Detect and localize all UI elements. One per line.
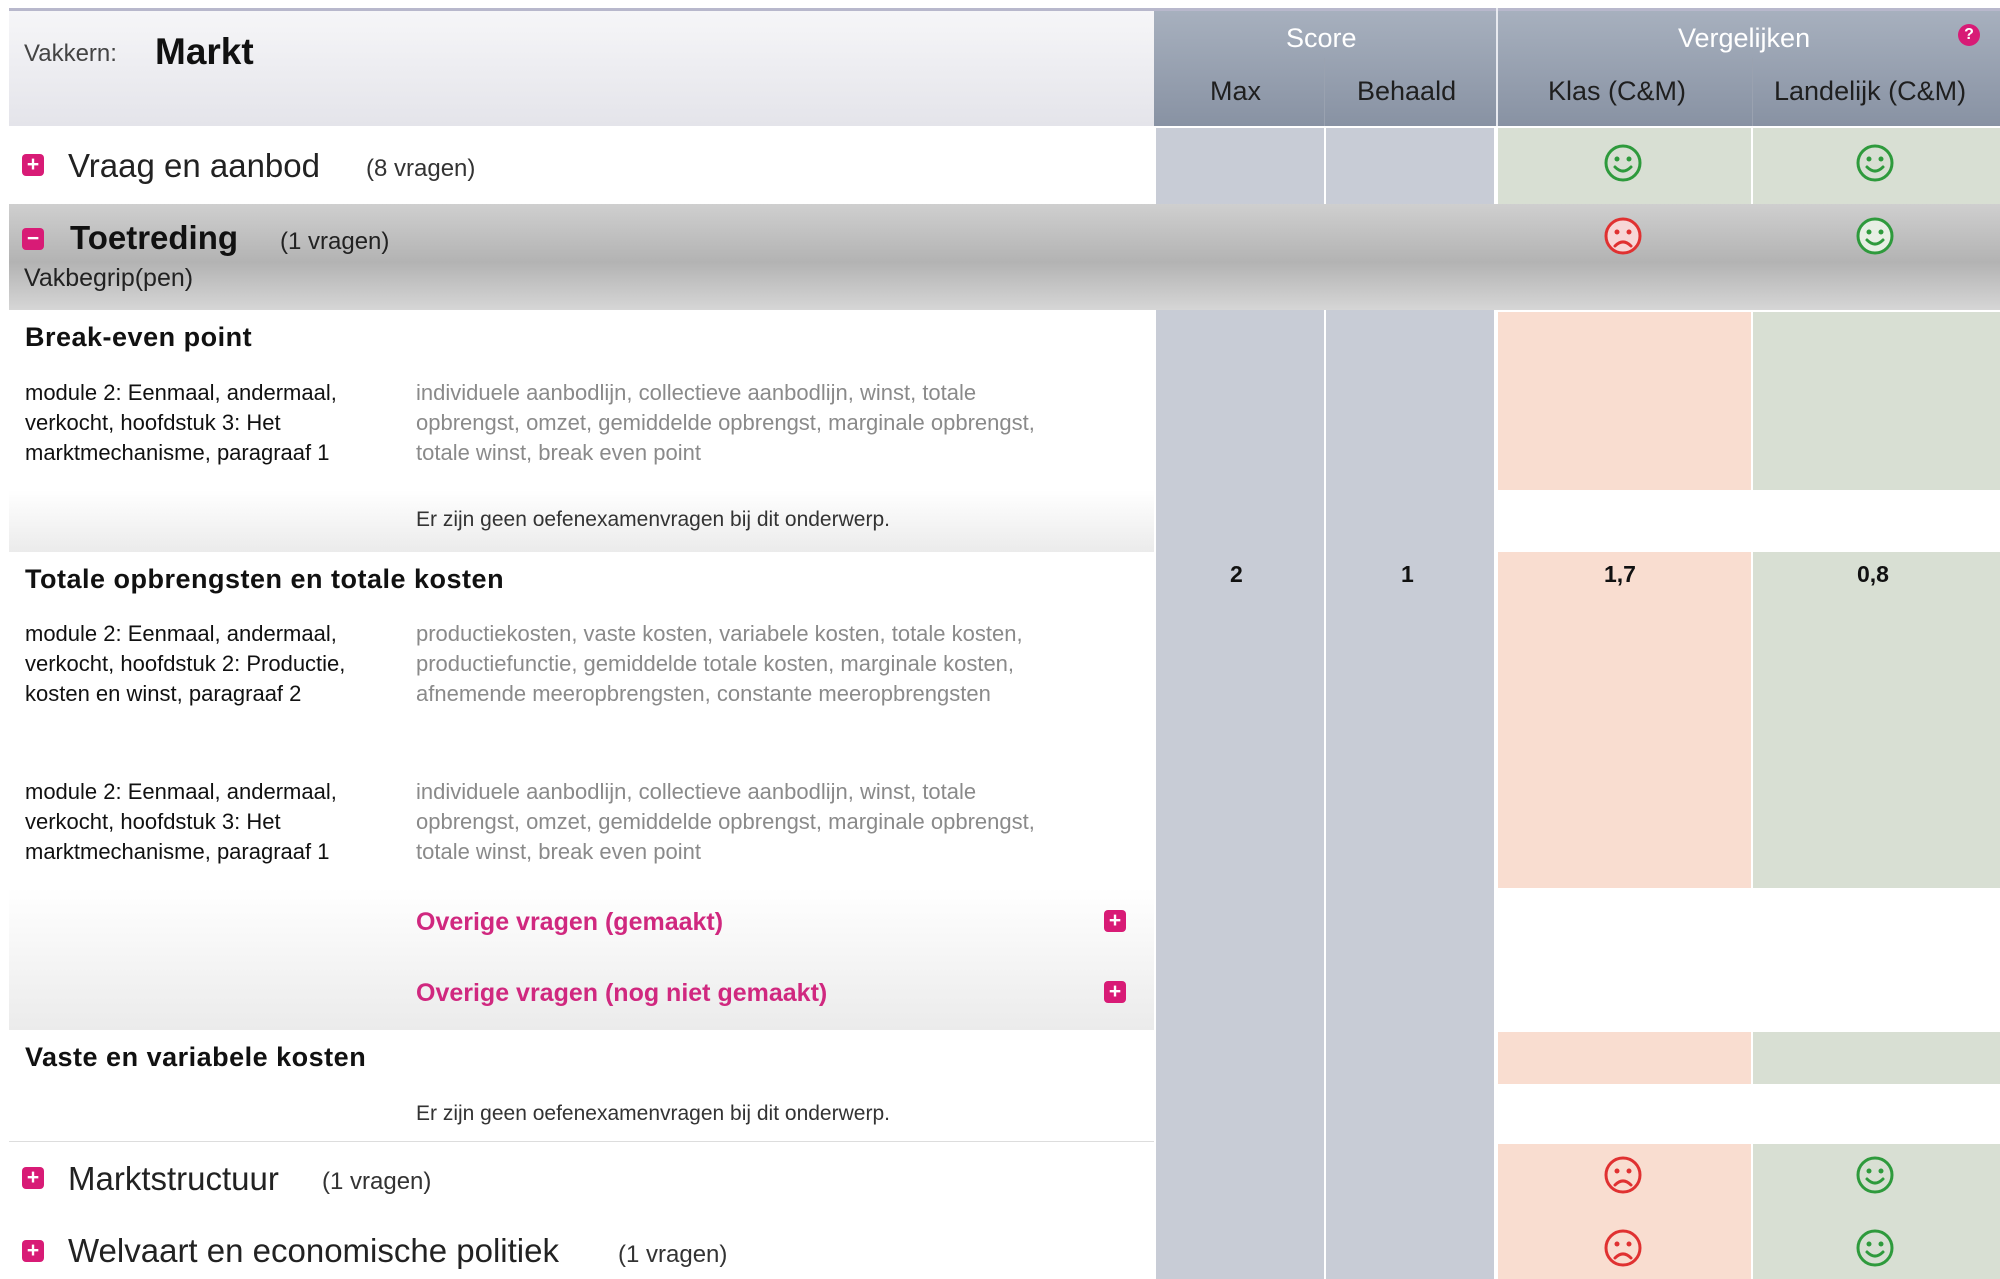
row-count: (1 vragen) (322, 1168, 432, 1195)
row-count: (1 vragen) (280, 228, 390, 255)
behaald-score: 1 (1401, 561, 1414, 587)
topic-title: Vaste en variabele kosten (25, 1042, 367, 1072)
happy-smiley-icon (1604, 144, 1642, 182)
header-divider (1496, 8, 1498, 126)
klas-cell (1498, 1032, 1751, 1084)
happy-smiley-icon (1856, 144, 1894, 182)
topic-keywords: productiekosten, vaste kosten, variabele… (416, 621, 1023, 706)
row-title[interactable]: Welvaart en economische politiek (68, 1232, 559, 1270)
header-divider-compare (1752, 58, 1753, 126)
toetreding-row[interactable] (9, 204, 2000, 310)
sad-smiley-icon (1604, 1229, 1642, 1267)
row-title[interactable]: Toetreding (70, 219, 238, 257)
expand-plus-icon[interactable]: + (1104, 910, 1126, 932)
landelijk-cell (1753, 552, 2000, 888)
row-title[interactable]: Vraag en aanbod (68, 147, 320, 185)
landelijk-score: 0,8 (1857, 561, 1889, 587)
sad-smiley-icon (1604, 1156, 1642, 1194)
sad-smiley-icon (1604, 217, 1642, 255)
collapse-minus-icon[interactable]: − (22, 228, 44, 250)
no-questions-note: Er zijn geen oefenexamenvragen bij dit o… (416, 1102, 890, 1125)
overige-niet-gemaakt-link[interactable]: Overige vragen (nog niet gemaakt) (416, 979, 827, 1008)
klas-score: 1,7 (1604, 561, 1636, 587)
no-questions-note: Er zijn geen oefenexamenvragen bij dit o… (416, 508, 890, 531)
happy-smiley-icon (1856, 1156, 1894, 1194)
header-divider-score (1324, 58, 1325, 126)
help-icon[interactable]: ? (1958, 24, 1980, 46)
divider (9, 1141, 1154, 1142)
topic-module: module 2: Eenmaal, andermaal, verkocht, … (25, 779, 337, 864)
expand-plus-icon[interactable]: + (1104, 981, 1126, 1003)
expand-plus-icon[interactable]: + (22, 1167, 44, 1189)
overige-gemaakt-link[interactable]: Overige vragen (gemaakt) (416, 908, 723, 937)
topic-keywords: individuele aanbodlijn, collectieve aanb… (416, 779, 1035, 864)
topic-keywords: individuele aanbodlijn, collectieve aanb… (416, 380, 1035, 465)
happy-smiley-icon (1856, 1229, 1894, 1267)
row-count: (1 vragen) (618, 1241, 728, 1268)
topic-module: module 2: Eenmaal, andermaal, verkocht, … (25, 380, 337, 465)
landelijk-cell (1753, 1032, 2000, 1084)
topic-module: module 2: Eenmaal, andermaal, verkocht, … (25, 621, 346, 706)
expand-plus-icon[interactable]: + (22, 154, 44, 176)
row-count: (8 vragen) (366, 155, 476, 182)
topic-title: Break-even point (25, 322, 253, 352)
col-max[interactable]: Max (1210, 76, 1261, 107)
col-landelijk[interactable]: Landelijk (C&M) (1774, 76, 1966, 107)
happy-smiley-icon (1856, 217, 1894, 255)
klas-cell (1498, 552, 1751, 888)
vakkern-value: Markt (155, 31, 254, 72)
col-behaald[interactable]: Behaald (1357, 76, 1456, 107)
expand-plus-icon[interactable]: + (22, 1240, 44, 1262)
score-label: Score (1286, 23, 1357, 53)
col-klas[interactable]: Klas (C&M) (1548, 76, 1686, 107)
row-subtitle: Vakbegrip(pen) (24, 264, 194, 292)
klas-cell (1498, 312, 1751, 490)
topic-title: Totale opbrengsten en totale kosten (25, 564, 505, 594)
landelijk-cell (1753, 312, 2000, 490)
row-title[interactable]: Marktstructuur (68, 1160, 279, 1198)
vergelijken-label: Vergelijken (1678, 23, 1811, 53)
vakkern-label: Vakkern: (24, 40, 117, 67)
max-score: 2 (1230, 561, 1243, 587)
